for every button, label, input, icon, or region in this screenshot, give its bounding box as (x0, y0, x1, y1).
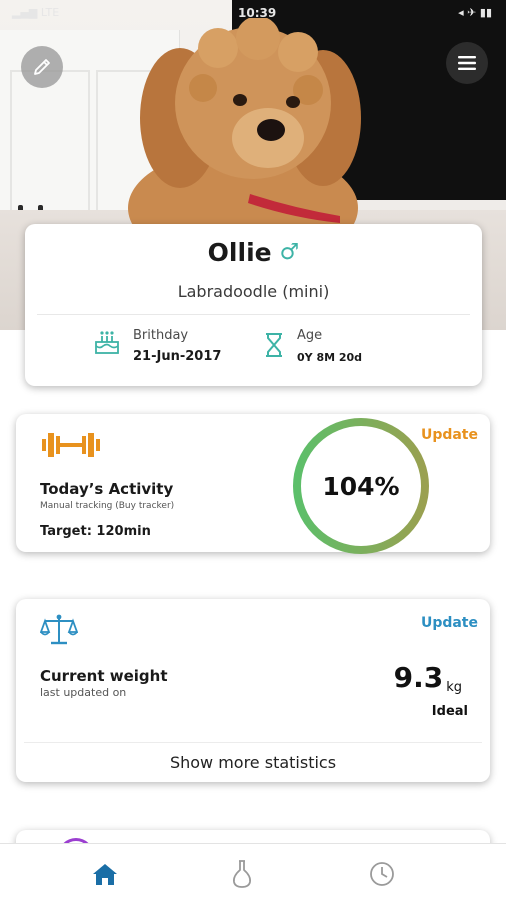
tab-bar (0, 843, 506, 900)
tab-health[interactable] (222, 856, 262, 892)
scale-icon (40, 614, 78, 645)
pet-breed: Labradoodle (mini) (177, 282, 330, 301)
hamburger-icon (458, 56, 476, 70)
edit-button[interactable] (21, 46, 63, 88)
weight-value: 9.3 (393, 661, 444, 694)
battery-indicator: ◂ ✈ ▮▮ (458, 6, 492, 19)
weight-unit: kg (446, 680, 462, 695)
pet-name: Ollie (207, 238, 272, 267)
weight-update-button[interactable]: Update (421, 615, 478, 631)
age-label: Age (297, 328, 323, 343)
hourglass-icon (266, 333, 282, 357)
birthday-label: Brithday (133, 328, 189, 343)
weight-subtitle: last updated on (40, 686, 127, 699)
status-bar: ▂▄▆ LTE 10:39 ◂ ✈ ▮▮ (0, 0, 506, 28)
age-value: 0Y 8M 20d (297, 351, 363, 364)
activity-target: Target: 120min (40, 524, 151, 539)
pencil-icon (34, 59, 50, 75)
activity-percent: 104% (322, 471, 400, 501)
dumbbell-icon (42, 433, 100, 457)
male-icon: ♂ (279, 240, 300, 265)
weight-card: Update Current weight last updated on 9.… (16, 599, 490, 782)
show-more-statistics-button[interactable]: Show more statistics (16, 753, 490, 772)
status-time: 10:39 (238, 6, 277, 20)
signal-indicator: ▂▄▆ LTE (12, 6, 60, 19)
tab-history[interactable] (362, 856, 402, 892)
home-icon (93, 864, 117, 885)
activity-title: Today’s Activity (40, 480, 174, 498)
profile-card: Ollie ♂ Labradoodle (mini) Brithday 21-J… (25, 224, 482, 386)
activity-card[interactable]: Update Today’s Activity Manual tracking … (16, 414, 490, 554)
weight-status: Ideal (431, 704, 468, 719)
divider (24, 742, 482, 743)
dog-image (128, 18, 361, 238)
flask-icon (232, 860, 252, 888)
menu-button[interactable] (446, 42, 488, 84)
cake-icon (95, 331, 119, 354)
clock-icon (370, 862, 394, 886)
activity-subtitle[interactable]: Manual tracking (Buy tracker) (40, 501, 174, 511)
divider (37, 314, 470, 315)
birthday-value: 21-Jun-2017 (133, 349, 222, 364)
tab-home[interactable] (85, 856, 125, 892)
weight-title: Current weight (40, 667, 168, 685)
